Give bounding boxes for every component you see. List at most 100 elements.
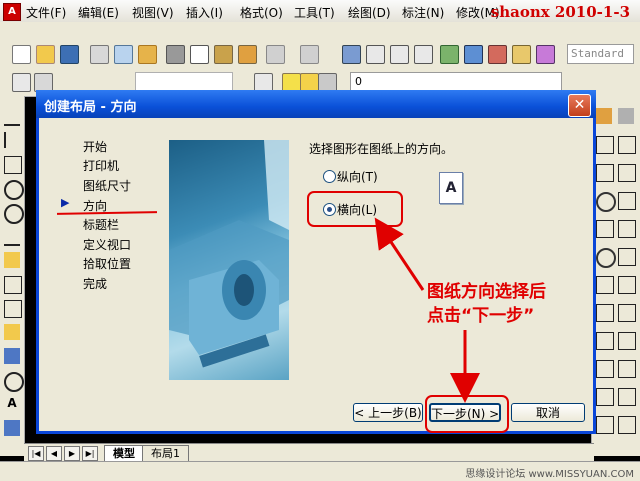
dim-arc-icon[interactable] (596, 360, 614, 378)
point-icon[interactable] (4, 372, 24, 392)
tab-model[interactable]: 模型 (104, 445, 144, 462)
menu-format[interactable]: 格式(O) (240, 4, 283, 21)
copy-icon[interactable] (190, 45, 209, 64)
menu-draw[interactable]: 绘图(D) (348, 4, 391, 21)
next-tab-icon[interactable]: ▶ (64, 446, 80, 461)
first-tab-icon[interactable]: |◀ (28, 446, 44, 461)
save-icon[interactable] (60, 45, 79, 64)
print-icon[interactable] (90, 45, 109, 64)
layer-manager-icon[interactable] (12, 73, 31, 92)
dim-radius-icon[interactable] (618, 360, 636, 378)
circle-icon[interactable] (4, 180, 24, 200)
offset-icon[interactable] (618, 136, 636, 154)
portrait-label[interactable]: 纵向(T) (337, 168, 378, 185)
markup-icon[interactable] (536, 45, 555, 64)
mirror-icon[interactable] (596, 136, 614, 154)
paper-orientation-preview-icon: A (439, 172, 463, 204)
close-button[interactable]: ✕ (568, 94, 591, 117)
step-pick-location: 拾取位置 (83, 257, 132, 271)
layer-name: 0 (355, 75, 362, 88)
dim-aligned-icon[interactable] (618, 332, 636, 350)
layer-dropdown[interactable]: 0 (350, 72, 562, 92)
chamfer-icon[interactable] (618, 276, 636, 294)
insert-block-icon[interactable] (4, 324, 20, 340)
rotate-icon[interactable] (596, 192, 616, 212)
paste-icon[interactable] (214, 45, 233, 64)
undo-icon[interactable] (266, 45, 285, 64)
tool-palettes-icon[interactable] (488, 45, 507, 64)
menu-file[interactable]: 文件(F) (26, 4, 66, 21)
current-step-arrow-icon: ▶ (61, 196, 70, 209)
zoom-realtime-icon[interactable] (366, 45, 385, 64)
menu-edit[interactable]: 编辑(E) (78, 4, 119, 21)
join-icon[interactable] (596, 276, 614, 294)
prev-tab-icon[interactable]: ◀ (46, 446, 62, 461)
trim-icon[interactable] (618, 220, 636, 238)
publish-icon[interactable] (138, 45, 157, 64)
table-icon[interactable] (4, 420, 20, 436)
stretch-icon[interactable] (596, 220, 614, 238)
arrow-to-landscape (374, 217, 425, 291)
rectangle-icon[interactable] (4, 276, 22, 294)
dim-continue-icon[interactable] (596, 416, 614, 434)
annotation-note: 图纸方向选择后 点击“下一步” (427, 280, 546, 328)
line-icon[interactable] (4, 108, 20, 126)
dim-angular-icon[interactable] (596, 388, 614, 406)
explode-icon[interactable] (618, 304, 636, 322)
erase-icon[interactable] (596, 108, 612, 124)
move-icon[interactable] (618, 164, 636, 182)
menu-dimension[interactable]: 标注(N) (402, 4, 444, 21)
scale-icon[interactable] (618, 192, 636, 210)
cut-icon[interactable] (166, 45, 185, 64)
open-file-icon[interactable] (36, 45, 55, 64)
workspace-dropdown[interactable] (135, 72, 233, 92)
hatch-icon[interactable] (4, 252, 20, 268)
back-button[interactable]: < 上一步(B) (353, 403, 423, 422)
red-underline-annotation (56, 211, 158, 215)
zoom-previous-icon[interactable] (414, 45, 433, 64)
spline-icon[interactable] (4, 300, 22, 318)
print-preview-icon[interactable] (114, 45, 133, 64)
tab-layout1[interactable]: 布局1 (142, 445, 189, 462)
extend-icon[interactable] (596, 248, 616, 268)
properties-icon[interactable] (440, 45, 459, 64)
menu-insert[interactable]: 插入(I) (186, 4, 223, 21)
dim-linear-icon[interactable] (596, 332, 614, 350)
annotation-line-1: 图纸方向选择后 (427, 282, 546, 302)
match-properties-icon[interactable] (238, 45, 257, 64)
create-layout-dialog: 创建布局 - 方向 ✕ 开始 打印机 图纸尺寸 方向 标题栏 定义视口 拾取位置… (36, 90, 596, 434)
cancel-button[interactable]: 取消 (511, 403, 585, 422)
annotation-line-2: 点击“下一步” (427, 306, 535, 326)
modify-toolbar (591, 96, 640, 456)
dim-style-icon[interactable] (618, 416, 636, 434)
plotter-illustration (169, 140, 289, 368)
polyline-icon[interactable] (4, 156, 22, 174)
new-file-icon[interactable] (12, 45, 31, 64)
design-center-icon[interactable] (464, 45, 483, 64)
mtext-icon[interactable]: A (4, 396, 20, 412)
fillet-icon[interactable] (596, 304, 614, 322)
menu-tools[interactable]: 工具(T) (294, 4, 335, 21)
landscape-highlight-box (307, 191, 403, 227)
step-define-viewports: 定义视口 (83, 238, 132, 252)
last-tab-icon[interactable]: ▶| (82, 446, 98, 461)
arc-icon[interactable] (4, 204, 24, 224)
redo-icon[interactable] (300, 45, 319, 64)
copy-object-icon[interactable] (618, 108, 634, 124)
portrait-radio[interactable] (323, 170, 336, 183)
status-bar: 思缘设计论坛 www.MISSYUAN.COM (0, 461, 640, 481)
sheet-set-icon[interactable] (512, 45, 531, 64)
array-icon[interactable] (596, 164, 614, 182)
dim-baseline-icon[interactable] (618, 388, 636, 406)
step-start: 开始 (83, 140, 108, 154)
pan-icon[interactable] (342, 45, 361, 64)
break-icon[interactable] (618, 248, 636, 266)
polygon-icon[interactable] (4, 228, 20, 246)
make-block-icon[interactable] (4, 348, 20, 364)
construction-line-icon[interactable] (4, 132, 22, 148)
zoom-window-icon[interactable] (390, 45, 409, 64)
dialog-titlebar[interactable]: 创建布局 - 方向 ✕ (36, 90, 596, 118)
menu-view[interactable]: 视图(V) (132, 4, 174, 21)
text-style-dropdown[interactable]: Standard (567, 44, 634, 64)
autocad-app-icon[interactable]: A (3, 3, 21, 21)
